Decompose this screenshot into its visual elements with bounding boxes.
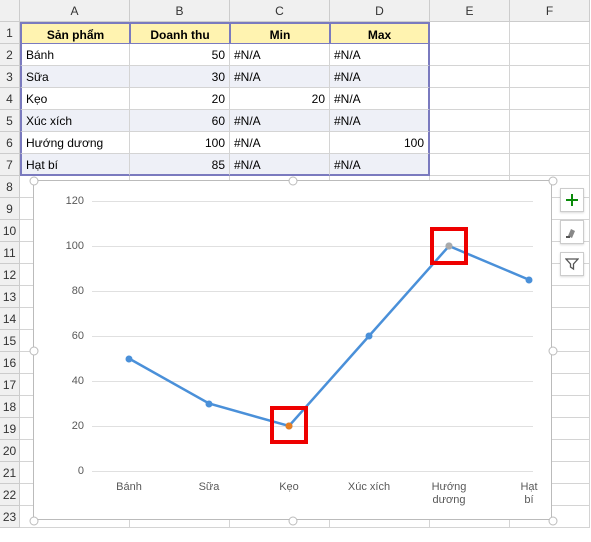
chart-styles-button[interactable] [560,220,584,244]
cell-E1[interactable] [430,22,510,44]
table-header-revenue[interactable]: Doanh thu [130,22,230,44]
cell-F2[interactable] [510,44,590,66]
cell-D3[interactable]: #N/A [330,66,430,88]
cell-A2[interactable]: Bánh [20,44,130,66]
xtick-keo: Kẹo [279,481,299,494]
row-header-22[interactable]: 22 [0,484,20,506]
cell-C4[interactable]: 20 [230,88,330,110]
row-header-9[interactable]: 9 [0,198,20,220]
xtick-banh: Bánh [116,481,142,494]
col-header-B[interactable]: B [130,0,230,22]
cell-B6[interactable]: 100 [130,132,230,154]
ytick-120: 120 [54,195,84,207]
chart-elements-button[interactable] [560,188,584,212]
row-header-3[interactable]: 3 [0,66,20,88]
row-header-12[interactable]: 12 [0,264,20,286]
col-header-D[interactable]: D [330,0,430,22]
row-header-8[interactable]: 8 [0,176,20,198]
select-all-corner[interactable] [0,0,20,22]
data-point-xucxich[interactable] [366,333,373,340]
cell-E7[interactable] [430,154,510,176]
cell-C5[interactable]: #N/A [230,110,330,132]
row-header-19[interactable]: 19 [0,418,20,440]
row-header-4[interactable]: 4 [0,88,20,110]
col-header-C[interactable]: C [230,0,330,22]
cell-D6[interactable]: 100 [330,132,430,154]
cell-B5[interactable]: 60 [130,110,230,132]
cell-B4[interactable]: 20 [130,88,230,110]
chart-plot-area[interactable]: 120 100 80 60 40 20 0 Bánh Sữa Kẹo Xúc x… [34,181,551,519]
row-header-20[interactable]: 20 [0,440,20,462]
row-header-1[interactable]: 1 [0,22,20,44]
plus-icon [565,193,579,207]
table-header-max[interactable]: Max [330,22,430,44]
cell-B3[interactable]: 30 [130,66,230,88]
cell-C7[interactable]: #N/A [230,154,330,176]
cell-A3[interactable]: Sữa [20,66,130,88]
cell-C3[interactable]: #N/A [230,66,330,88]
cell-D7[interactable]: #N/A [330,154,430,176]
cell-B7[interactable]: 85 [130,154,230,176]
cell-F6[interactable] [510,132,590,154]
row-header-11[interactable]: 11 [0,242,20,264]
cell-F7[interactable] [510,154,590,176]
row-header-10[interactable]: 10 [0,220,20,242]
cell-A7[interactable]: Hạt bí [20,154,130,176]
funnel-icon [565,257,579,271]
cell-C2[interactable]: #N/A [230,44,330,66]
cell-E2[interactable] [430,44,510,66]
col-header-A[interactable]: A [20,0,130,22]
cell-A4[interactable]: Kẹo [20,88,130,110]
row-header-7[interactable]: 7 [0,154,20,176]
cell-E4[interactable] [430,88,510,110]
cell-E6[interactable] [430,132,510,154]
table-header-min[interactable]: Min [230,22,330,44]
cell-F4[interactable] [510,88,590,110]
paintbrush-icon [565,225,579,239]
row-header-5[interactable]: 5 [0,110,20,132]
cell-E5[interactable] [430,110,510,132]
cell-F3[interactable] [510,66,590,88]
cell-F1[interactable] [510,22,590,44]
row-header-16[interactable]: 16 [0,352,20,374]
ytick-100: 100 [54,240,84,252]
row-header-2[interactable]: 2 [0,44,20,66]
cell-C6[interactable]: #N/A [230,132,330,154]
row-header-6[interactable]: 6 [0,132,20,154]
highlight-min-box [270,406,308,444]
cell-F5[interactable] [510,110,590,132]
cell-A5[interactable]: Xúc xích [20,110,130,132]
xtick-hatbi: Hạt bí [518,481,540,507]
cell-D4[interactable]: #N/A [330,88,430,110]
col-header-E[interactable]: E [430,0,510,22]
embedded-chart[interactable]: 120 100 80 60 40 20 0 Bánh Sữa Kẹo Xúc x… [33,180,552,520]
xtick-huongduong: Hướng dương [432,481,467,507]
row-header-13[interactable]: 13 [0,286,20,308]
table-header-product[interactable]: Sản phẩm [20,22,130,44]
ytick-60: 60 [54,330,84,342]
row-header-18[interactable]: 18 [0,396,20,418]
data-point-hatbi[interactable] [526,276,533,283]
row-header-21[interactable]: 21 [0,462,20,484]
ytick-20: 20 [54,420,84,432]
row-header-14[interactable]: 14 [0,308,20,330]
ytick-40: 40 [54,375,84,387]
data-point-sua[interactable] [206,400,213,407]
highlight-max-box [430,227,468,265]
data-point-banh[interactable] [126,355,133,362]
xtick-sua: Sữa [199,481,220,494]
cell-B2[interactable]: 50 [130,44,230,66]
ytick-80: 80 [54,285,84,297]
chart-filters-button[interactable] [560,252,584,276]
row-header-15[interactable]: 15 [0,330,20,352]
col-header-F[interactable]: F [510,0,590,22]
row-header-17[interactable]: 17 [0,374,20,396]
ytick-0: 0 [54,465,84,477]
cell-D5[interactable]: #N/A [330,110,430,132]
xtick-xucxich: Xúc xích [348,481,390,494]
cell-A6[interactable]: Hướng dương [20,132,130,154]
row-header-23[interactable]: 23 [0,506,20,528]
cell-E3[interactable] [430,66,510,88]
cell-D2[interactable]: #N/A [330,44,430,66]
